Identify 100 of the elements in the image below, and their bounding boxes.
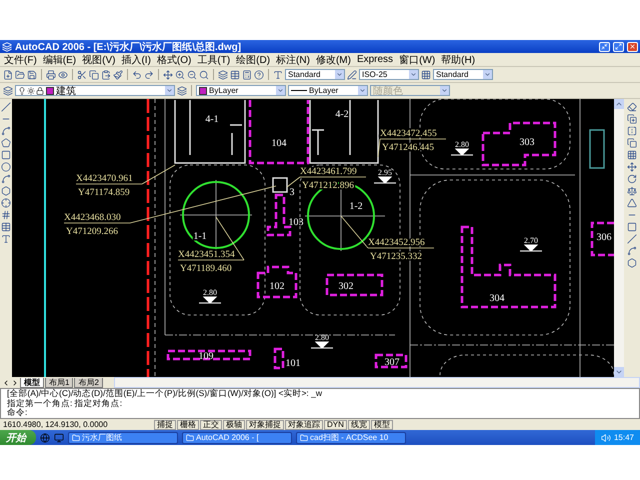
maximize-button[interactable] [613,42,624,52]
save-icon[interactable] [27,70,37,80]
previous-tab-button[interactable] [2,378,10,387]
text-style-icon[interactable] [273,70,283,80]
paste-icon[interactable] [101,70,111,80]
table-style-icon[interactable] [421,70,431,80]
menu-item[interactable]: 帮助(H) [441,52,476,66]
menu-item[interactable]: 绘图(D) [236,52,270,66]
help-icon[interactable] [254,70,264,80]
zoom-in-icon[interactable] [175,70,185,80]
command-window[interactable]: [全部(A)/中心(C)/动态(D)/范围(E)/上一个(P)/比例(S)/窗口(W)/对象(O)] <实时>: _w 指定第一个角点: 指定对角点: 命令: [0,388,640,419]
rectangle-icon[interactable] [1,150,11,160]
browser-icon[interactable] [40,432,50,442]
calculator-icon[interactable] [242,70,252,80]
scroll-down-icon[interactable] [615,368,623,376]
taskbar-button[interactable]: 污水厂图纸 [68,432,178,444]
desktop-icon[interactable] [54,432,64,442]
status-toggle[interactable]: DYN [324,420,347,430]
vertical-scrollbar[interactable] [614,99,624,377]
zoom-out-icon[interactable] [187,70,197,80]
redo-icon[interactable] [144,70,154,80]
printer-icon[interactable] [46,70,56,80]
layer-dropdown[interactable]: 建筑 [15,85,175,96]
start-button[interactable]: 开始 [0,430,36,445]
dimension-style-dropdown[interactable]: ISO-25 [359,69,419,80]
menu-item[interactable]: 编辑(E) [42,52,76,66]
offset-icon[interactable] [627,138,637,148]
menu-item[interactable]: 标注(N) [276,52,310,66]
scroll-up-icon[interactable] [615,100,623,108]
menu-item[interactable]: 修改(M) [316,52,351,66]
point-icon[interactable] [1,198,11,208]
next-tab-button[interactable] [11,378,19,387]
menu-item[interactable]: 格式(O) [156,52,192,66]
break-icon[interactable] [627,222,637,232]
color-dropdown[interactable]: ByLayer [196,85,286,96]
eraser-icon[interactable] [627,102,637,112]
table-icon[interactable] [230,70,240,80]
hatch-icon[interactable] [1,210,11,220]
menu-item[interactable]: 视图(V) [82,52,116,66]
linetype-sample [291,90,307,91]
table-style-dropdown[interactable]: Standard [433,69,493,80]
undo-icon[interactable] [132,70,142,80]
status-toggle[interactable]: 栅格 [177,420,199,430]
eye-icon[interactable] [58,70,68,80]
volume-icon[interactable] [600,432,611,442]
copy-object-icon[interactable] [627,114,637,124]
explode-icon[interactable] [627,258,637,268]
status-toggle[interactable]: 捕捉 [154,420,176,430]
taskbar-button[interactable]: AutoCAD 2006 - [ [182,432,292,444]
circle-icon[interactable] [1,162,11,172]
close-button[interactable] [627,42,638,52]
layer-state-icon[interactable] [177,86,187,96]
dimension-style-icon[interactable] [347,70,357,80]
menu-item[interactable]: 窗口(W) [399,52,436,66]
hexagon-icon[interactable] [1,186,11,196]
lock-icon[interactable] [36,86,44,94]
horizontal-scrollbar[interactable] [114,377,640,388]
scale-icon[interactable] [627,186,637,196]
paintbrush-icon[interactable] [113,70,123,80]
chamfer-icon[interactable] [627,234,637,244]
text-icon[interactable] [1,234,11,244]
layout-tab[interactable]: 布局2 [74,378,103,388]
spline-icon[interactable] [1,174,11,184]
stretch-icon[interactable] [627,198,637,208]
status-toggle[interactable]: 对象捕捉 [246,420,284,430]
status-toggle[interactable]: 线宽 [348,420,370,430]
polyline-icon[interactable] [1,126,11,136]
text-style-dropdown[interactable]: Standard [285,69,345,80]
taskbar-button[interactable]: cad扫图 - ACDSee 10 [296,432,406,444]
linetype-dropdown[interactable]: ByLayer [288,85,368,96]
menu-item[interactable]: 插入(I) [121,52,151,66]
layers-icon[interactable] [218,70,228,80]
fillet-icon[interactable] [627,246,637,256]
sun-icon[interactable] [27,86,35,94]
move-icon[interactable] [627,162,637,172]
layout-tab[interactable]: 布局1 [45,378,74,388]
status-toggle[interactable]: 对象追踪 [285,420,323,430]
copy-icon[interactable] [89,70,99,80]
mirror-icon[interactable] [627,126,637,136]
search-icon[interactable] [199,70,209,80]
line-icon[interactable] [1,102,11,112]
polygon-icon[interactable] [1,138,11,148]
status-toggle[interactable]: 极轴 [223,420,245,430]
scissors-icon[interactable] [77,70,87,80]
open-folder-icon[interactable] [15,70,25,80]
menu-item[interactable]: 文件(F) [4,52,37,66]
rotate-icon[interactable] [627,174,637,184]
table-icon[interactable] [1,222,11,232]
menu-item[interactable]: 工具(T) [197,52,230,66]
status-toggle[interactable]: 模型 [370,420,393,430]
lightbulb-icon[interactable] [18,86,26,94]
drawing-canvas[interactable] [12,99,614,377]
layer-manager-icon[interactable] [3,86,13,96]
pan-icon[interactable] [163,70,173,80]
layout-tab[interactable]: 模型 [20,378,44,388]
array-icon[interactable] [627,150,637,160]
status-toggle[interactable]: 正交 [200,420,222,430]
menu-item[interactable]: Express [356,54,394,65]
minimize-button[interactable] [599,42,610,52]
new-file-icon[interactable] [3,70,13,80]
